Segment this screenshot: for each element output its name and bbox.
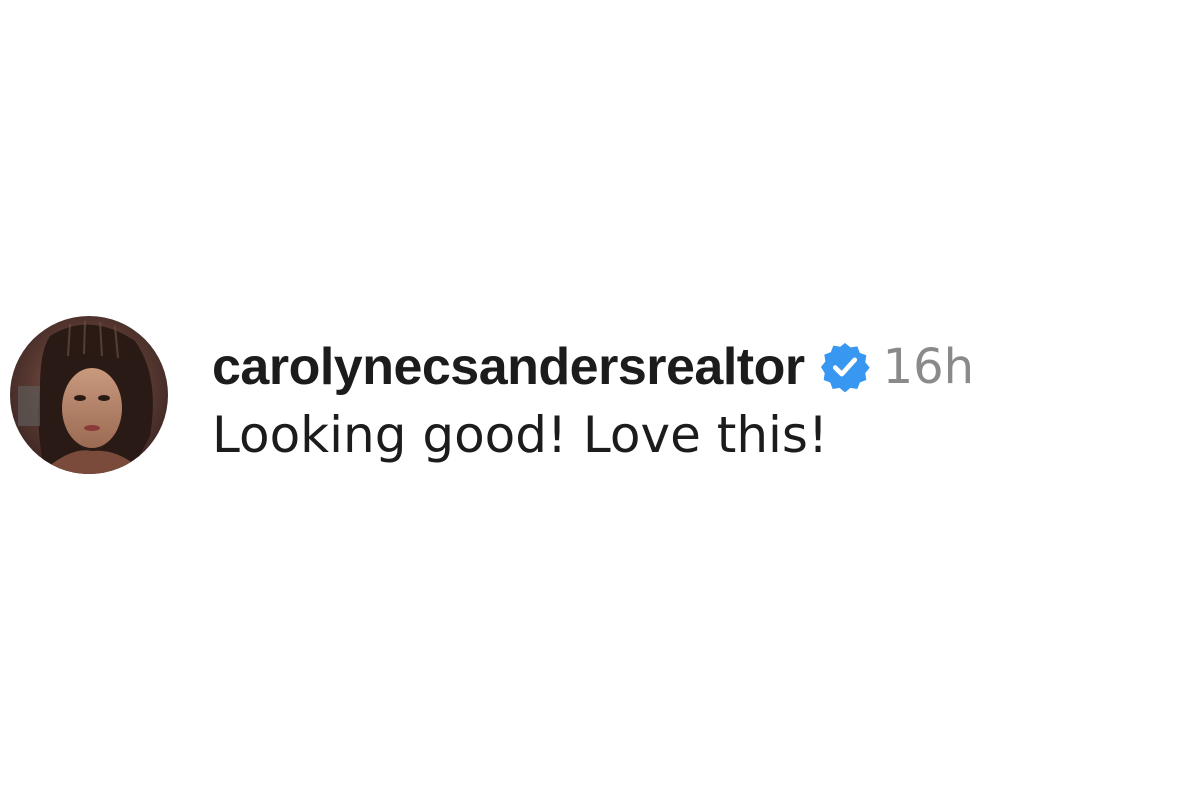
comment-text: Looking good! Love this! xyxy=(212,406,829,464)
username-link[interactable]: carolynecsandersrealtor xyxy=(212,337,805,397)
comment-body: carolynecsandersrealtor 16h Looking good… xyxy=(212,334,974,464)
verified-badge-icon xyxy=(819,341,871,393)
comment-timestamp[interactable]: 16h xyxy=(883,339,975,395)
comment-header: carolynecsandersrealtor 16h xyxy=(212,334,974,400)
comment: carolynecsandersrealtor 16h Looking good… xyxy=(10,316,974,474)
avatar-image xyxy=(10,316,168,474)
avatar[interactable] xyxy=(10,316,168,474)
